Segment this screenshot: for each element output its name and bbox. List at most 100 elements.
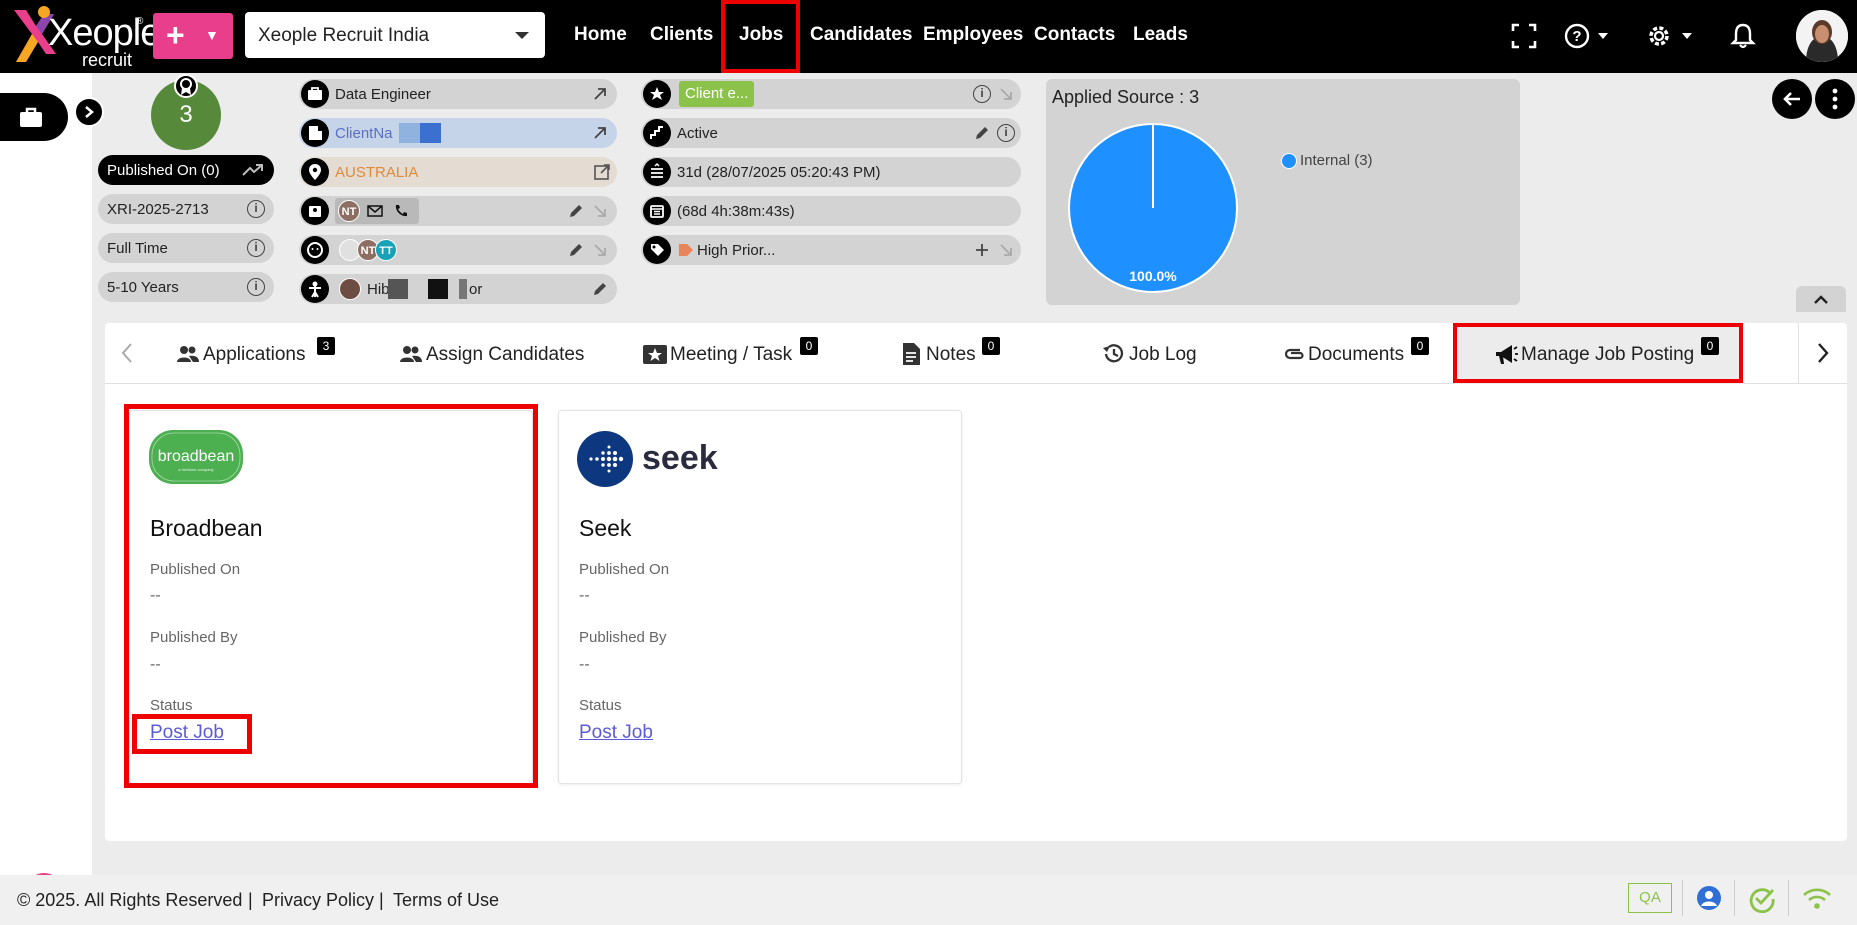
- notification-bell-icon[interactable]: [1727, 20, 1759, 52]
- app-logo[interactable]: Xeople ® recruit: [10, 4, 161, 70]
- tabs-scroll-left-icon[interactable]: [117, 334, 137, 372]
- edit-pencil-icon[interactable]: [591, 280, 609, 298]
- tab-job-log[interactable]: Job Log: [1101, 323, 1211, 384]
- job-board-card-seek: seek Seek Published On -- Published By -…: [558, 410, 962, 784]
- more-options-button[interactable]: [1815, 79, 1855, 119]
- info-icon[interactable]: i: [997, 124, 1015, 142]
- nav-candidates[interactable]: Candidates: [810, 24, 912, 46]
- post-job-link[interactable]: Post Job: [150, 722, 224, 744]
- job-id-pill: XRI-2025-2713 i: [98, 194, 274, 224]
- published-by-value: --: [579, 656, 590, 673]
- company-select[interactable]: Xeople Recruit India: [245, 12, 545, 58]
- nav-leads[interactable]: Leads: [1133, 24, 1188, 46]
- waves-icon: [643, 158, 671, 186]
- plus-icon[interactable]: [973, 241, 991, 259]
- redacted-block: [399, 123, 441, 143]
- arrow-down-right-icon[interactable]: [997, 85, 1015, 103]
- tabs-scroll-right-icon[interactable]: [1813, 334, 1833, 372]
- info-icon[interactable]: i: [973, 85, 991, 103]
- back-button[interactable]: [1772, 79, 1812, 119]
- fullscreen-icon[interactable]: [1508, 20, 1540, 52]
- info-icon[interactable]: i: [247, 200, 265, 218]
- post-job-link[interactable]: Post Job: [579, 722, 653, 744]
- tab-applications[interactable]: Applications 3: [175, 323, 345, 384]
- collapse-header-button[interactable]: [1796, 286, 1846, 312]
- stage-row: Client e... i: [641, 79, 1021, 109]
- check-circle-icon[interactable]: [1748, 885, 1776, 913]
- company-select-value: Xeople Recruit India: [258, 25, 430, 46]
- tab-label: Documents: [1308, 344, 1405, 365]
- open-link-icon[interactable]: [591, 85, 609, 103]
- open-link-icon[interactable]: [591, 124, 609, 142]
- terms-of-use-link[interactable]: Terms of Use: [393, 890, 499, 911]
- tab-bar: Applications 3 Assign Candidates Meeting…: [105, 323, 1847, 384]
- recruiter-name[interactable]: Hib: [367, 281, 390, 298]
- tab-notes[interactable]: Notes 0: [898, 323, 1018, 384]
- edit-pencil-icon[interactable]: [567, 241, 585, 259]
- applied-source-pie[interactable]: 100.0%: [1066, 121, 1240, 295]
- redacted-block: [428, 279, 448, 299]
- location-pin-icon: [301, 158, 329, 186]
- job-age: 31d (28/07/2025 05:20:43 PM): [677, 164, 881, 181]
- board-name: Broadbean: [150, 515, 263, 541]
- chevron-right-icon: [85, 106, 94, 118]
- jobs-module-button[interactable]: [0, 93, 68, 141]
- user-profile-icon[interactable]: [1696, 885, 1722, 911]
- arrow-down-right-icon[interactable]: [997, 241, 1015, 259]
- user-avatar[interactable]: [1796, 10, 1848, 62]
- tab-meeting-task[interactable]: Meeting / Task 0: [642, 323, 832, 384]
- job-status: Active: [677, 125, 718, 142]
- info-icon[interactable]: i: [247, 239, 265, 257]
- client-row: ClientNa: [299, 118, 617, 148]
- job-score-badge: 3: [148, 74, 224, 152]
- tab-assign-candidates[interactable]: Assign Candidates: [398, 323, 598, 384]
- email-icon[interactable]: [367, 204, 383, 218]
- applied-source-title: Applied Source : 3: [1052, 87, 1200, 107]
- help-icon[interactable]: ?: [1562, 20, 1612, 52]
- client-name[interactable]: ClientNa: [335, 125, 393, 142]
- nav-clients[interactable]: Clients: [650, 24, 713, 46]
- settings-gear-icon[interactable]: [1644, 20, 1696, 52]
- jobs-highlight-box: [721, 0, 800, 73]
- edit-pencil-icon[interactable]: [973, 124, 991, 142]
- arrow-down-right-icon[interactable]: [591, 202, 609, 220]
- info-icon[interactable]: i: [247, 278, 265, 296]
- tab-label: Meeting / Task: [670, 344, 793, 365]
- expand-sidebar-button[interactable]: [74, 97, 104, 127]
- legend-dot: [1281, 153, 1297, 169]
- nav-employees[interactable]: Employees: [923, 24, 1023, 46]
- job-id: XRI-2025-2713: [107, 201, 209, 218]
- time-left-row: (68d 4h:38m:43s): [641, 196, 1021, 226]
- wifi-icon[interactable]: [1802, 885, 1832, 911]
- team-avatar-tt[interactable]: TT: [375, 239, 397, 261]
- published-on-pill[interactable]: Published On (0): [98, 155, 274, 185]
- nav-home[interactable]: Home: [574, 24, 627, 46]
- tab-label: Job Log: [1129, 344, 1197, 365]
- briefcase-icon: [20, 107, 42, 127]
- published-on-label: Published On (0): [107, 162, 220, 179]
- history-icon: [1103, 344, 1124, 363]
- left-rail: [0, 73, 92, 925]
- employment-type-pill: Full Time i: [98, 233, 274, 263]
- contact-chip[interactable]: NT: [335, 198, 419, 224]
- privacy-policy-link[interactable]: Privacy Policy: [262, 890, 374, 911]
- status-row: Active i: [641, 118, 1021, 148]
- star-badge-icon: [643, 80, 671, 108]
- phone-icon[interactable]: [393, 203, 409, 219]
- arrow-down-right-icon[interactable]: [591, 241, 609, 259]
- people-icon: [177, 346, 199, 362]
- priority-label[interactable]: High Prior...: [697, 242, 775, 259]
- nav-contacts[interactable]: Contacts: [1034, 24, 1115, 46]
- published-on-label: Published On: [579, 561, 670, 578]
- tab-manage-job-posting[interactable]: Manage Job Posting 0: [1455, 323, 1743, 384]
- tab-badge: 0: [800, 337, 818, 355]
- team-row: NT TT: [299, 235, 617, 265]
- tab-documents[interactable]: Documents 0: [1280, 323, 1440, 384]
- tab-label: Notes: [926, 344, 976, 365]
- external-link-icon[interactable]: [593, 163, 611, 181]
- quick-add-button[interactable]: + ▼: [153, 13, 233, 59]
- legend-internal[interactable]: Internal (3): [1300, 152, 1373, 169]
- edit-pencil-icon[interactable]: [567, 202, 585, 220]
- stage-chip[interactable]: Client e...: [679, 81, 755, 107]
- team-face-icon: [301, 236, 329, 264]
